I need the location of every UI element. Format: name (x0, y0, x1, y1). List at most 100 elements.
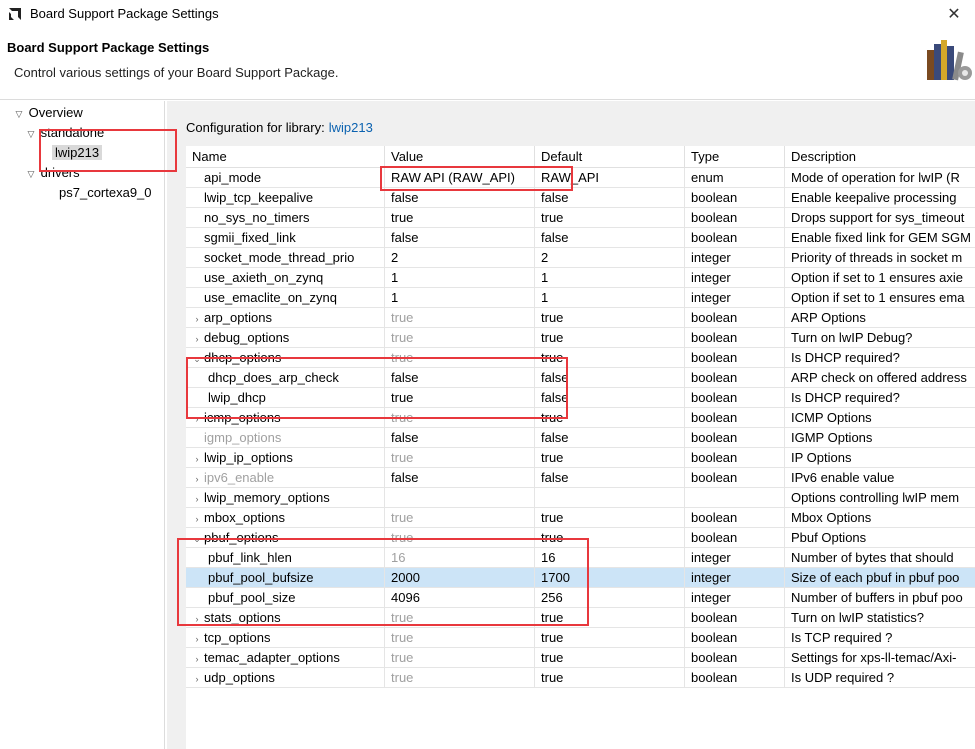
cell-value[interactable]: false (385, 468, 535, 488)
cell-default: 1 (535, 288, 685, 308)
table-row[interactable]: › mbox_options true true boolean Mbox Options (186, 508, 975, 528)
cell-value[interactable]: true (385, 648, 535, 668)
expand-arrow-icon[interactable]: › (190, 629, 204, 648)
cell-value[interactable]: true (385, 448, 535, 468)
cell-value[interactable]: false (385, 228, 535, 248)
expand-arrow-icon[interactable]: › (190, 509, 204, 528)
cell-value[interactable]: true (385, 608, 535, 628)
cell-value[interactable]: true (385, 328, 535, 348)
cell-value[interactable]: true (385, 308, 535, 328)
collapse-arrow-icon[interactable]: ▽ (25, 125, 37, 143)
column-header-default[interactable]: Default (535, 146, 685, 168)
cell-name-text: use_emaclite_on_zynq (204, 290, 337, 305)
column-header-type[interactable]: Type (685, 146, 785, 168)
tree-item-cpu[interactable]: ps7_cortexa9_0 (59, 184, 152, 202)
table-row[interactable]: api_mode RAW API (RAW_API) RAW_API enum Mode… (186, 168, 975, 188)
table-row[interactable]: › temac_adapter_options true true boolean Set… (186, 648, 975, 668)
expand-arrow-icon[interactable]: › (190, 649, 204, 668)
table-row[interactable]: ⌄ pbuf_options true true boolean Pbuf Options (186, 528, 975, 548)
cell-type: boolean (685, 328, 785, 348)
tree-item-label: ps7_cortexa9_0 (59, 185, 152, 200)
expand-arrow-icon[interactable]: › (190, 449, 204, 468)
cell-value[interactable]: 1 (385, 268, 535, 288)
table-row[interactable]: › lwip_memory_options Options controlling … (186, 488, 975, 508)
cell-description: Is DHCP required? (791, 390, 900, 405)
cell-value[interactable]: true (385, 508, 535, 528)
cell-value[interactable]: 16 (385, 548, 535, 568)
expand-arrow-icon[interactable]: › (190, 469, 204, 488)
cell-value[interactable]: true (385, 528, 535, 548)
cell-type: boolean (685, 608, 785, 628)
cell-name-text: arp_options (204, 310, 272, 325)
table-row[interactable]: socket_mode_thread_prio 2 2 integer Priority… (186, 248, 975, 268)
table-row[interactable]: dhcp_does_arp_check false false boolean ARP … (186, 368, 975, 388)
table-row[interactable]: use_axieth_on_zynq 1 1 integer Option if set… (186, 268, 975, 288)
cell-default: RAW_API (535, 168, 685, 188)
cell-type: boolean (685, 668, 785, 688)
expand-arrow-icon[interactable]: › (190, 309, 204, 328)
table-row[interactable]: › lwip_ip_options true true boolean IP Option… (186, 448, 975, 468)
expand-arrow-icon[interactable]: ⌄ (190, 529, 204, 548)
expand-arrow-icon[interactable]: › (190, 409, 204, 428)
cell-value[interactable]: false (385, 368, 535, 388)
column-header-value[interactable]: Value (385, 146, 535, 168)
cell-name-text: pbuf_pool_bufsize (208, 570, 314, 585)
cell-value[interactable]: true (385, 348, 535, 368)
dialog-title: Board Support Package Settings (7, 40, 210, 55)
table-row[interactable]: lwip_dhcp true false boolean Is DHCP require… (186, 388, 975, 408)
tree-item-drivers[interactable]: ▽ drivers (25, 164, 80, 182)
cell-value[interactable]: true (385, 208, 535, 228)
amd-logo-icon (9, 8, 21, 20)
table-row[interactable]: use_emaclite_on_zynq 1 1 integer Option if s… (186, 288, 975, 308)
cell-value[interactable]: false (385, 188, 535, 208)
table-row[interactable]: › tcp_options true true boolean Is TCP requir… (186, 628, 975, 648)
tree-item-overview[interactable]: ▽ Overview (13, 104, 83, 122)
cell-type: boolean (685, 308, 785, 328)
cell-type: boolean (685, 208, 785, 228)
tree-item-standalone[interactable]: ▽ standalone (25, 124, 105, 143)
cell-value[interactable]: true (385, 668, 535, 688)
table-row[interactable]: › arp_options true true boolean ARP Options (186, 308, 975, 328)
table-row[interactable]: sgmii_fixed_link false false boolean Enable … (186, 228, 975, 248)
cell-value[interactable] (385, 488, 535, 508)
cell-value[interactable]: 2000 (385, 568, 535, 588)
table-row[interactable]: › debug_options true true boolean Turn on lwI… (186, 328, 975, 348)
table-row[interactable]: pbuf_pool_bufsize 2000 1700 integer Size of … (186, 568, 975, 588)
table-row[interactable]: no_sys_no_timers true true boolean Drops sup… (186, 208, 975, 228)
expand-arrow-icon[interactable]: › (190, 669, 204, 688)
cell-description: Is UDP required ? (791, 670, 895, 685)
cell-value[interactable]: RAW API (RAW_API) (385, 168, 535, 188)
table-row[interactable]: pbuf_pool_size 4096 256 integer Number of bu… (186, 588, 975, 608)
table-row[interactable]: ⌄ dhcp_options true true boolean Is DHCP requ… (186, 348, 975, 368)
cell-value[interactable]: true (385, 388, 535, 408)
table-row[interactable]: igmp_options false false boolean IGMP Option… (186, 428, 975, 448)
tree-item-lwip[interactable]: lwip213 (52, 144, 103, 162)
expand-arrow-icon[interactable]: ⌄ (190, 349, 204, 368)
table-row[interactable]: pbuf_link_hlen 16 16 integer Number of bytes… (186, 548, 975, 568)
cell-default: true (535, 608, 685, 628)
cell-value[interactable]: true (385, 628, 535, 648)
collapse-arrow-icon[interactable]: ▽ (13, 105, 25, 123)
cell-name: › ipv6_enable (186, 468, 385, 488)
expand-arrow-icon[interactable]: › (190, 489, 204, 508)
cell-value[interactable]: 4096 (385, 588, 535, 608)
table-row[interactable]: › udp_options true true boolean Is UDP requir… (186, 668, 975, 688)
cell-description: Drops support for sys_timeout (791, 210, 965, 225)
expand-arrow-icon[interactable]: › (190, 329, 204, 348)
close-button[interactable]: ✕ (937, 2, 971, 28)
collapse-arrow-icon[interactable]: ▽ (25, 165, 37, 183)
table-row[interactable]: › stats_options true true boolean Turn on lwI… (186, 608, 975, 628)
cell-value[interactable]: 1 (385, 288, 535, 308)
cell-value[interactable]: true (385, 408, 535, 428)
table-row[interactable]: › icmp_options true true boolean ICMP Options (186, 408, 975, 428)
cell-value[interactable]: 2 (385, 248, 535, 268)
library-link[interactable]: lwip213 (329, 120, 373, 135)
cell-name: › stats_options (186, 608, 385, 628)
cell-description: Options controlling lwIP mem (791, 490, 960, 505)
table-row[interactable]: › ipv6_enable false false boolean IPv6 enable… (186, 468, 975, 488)
column-header-name[interactable]: Name (186, 146, 385, 168)
column-header-description[interactable]: Description (785, 146, 975, 168)
expand-arrow-icon[interactable]: › (190, 609, 204, 628)
cell-value[interactable]: false (385, 428, 535, 448)
table-row[interactable]: lwip_tcp_keepalive false false boolean Enabl… (186, 188, 975, 208)
